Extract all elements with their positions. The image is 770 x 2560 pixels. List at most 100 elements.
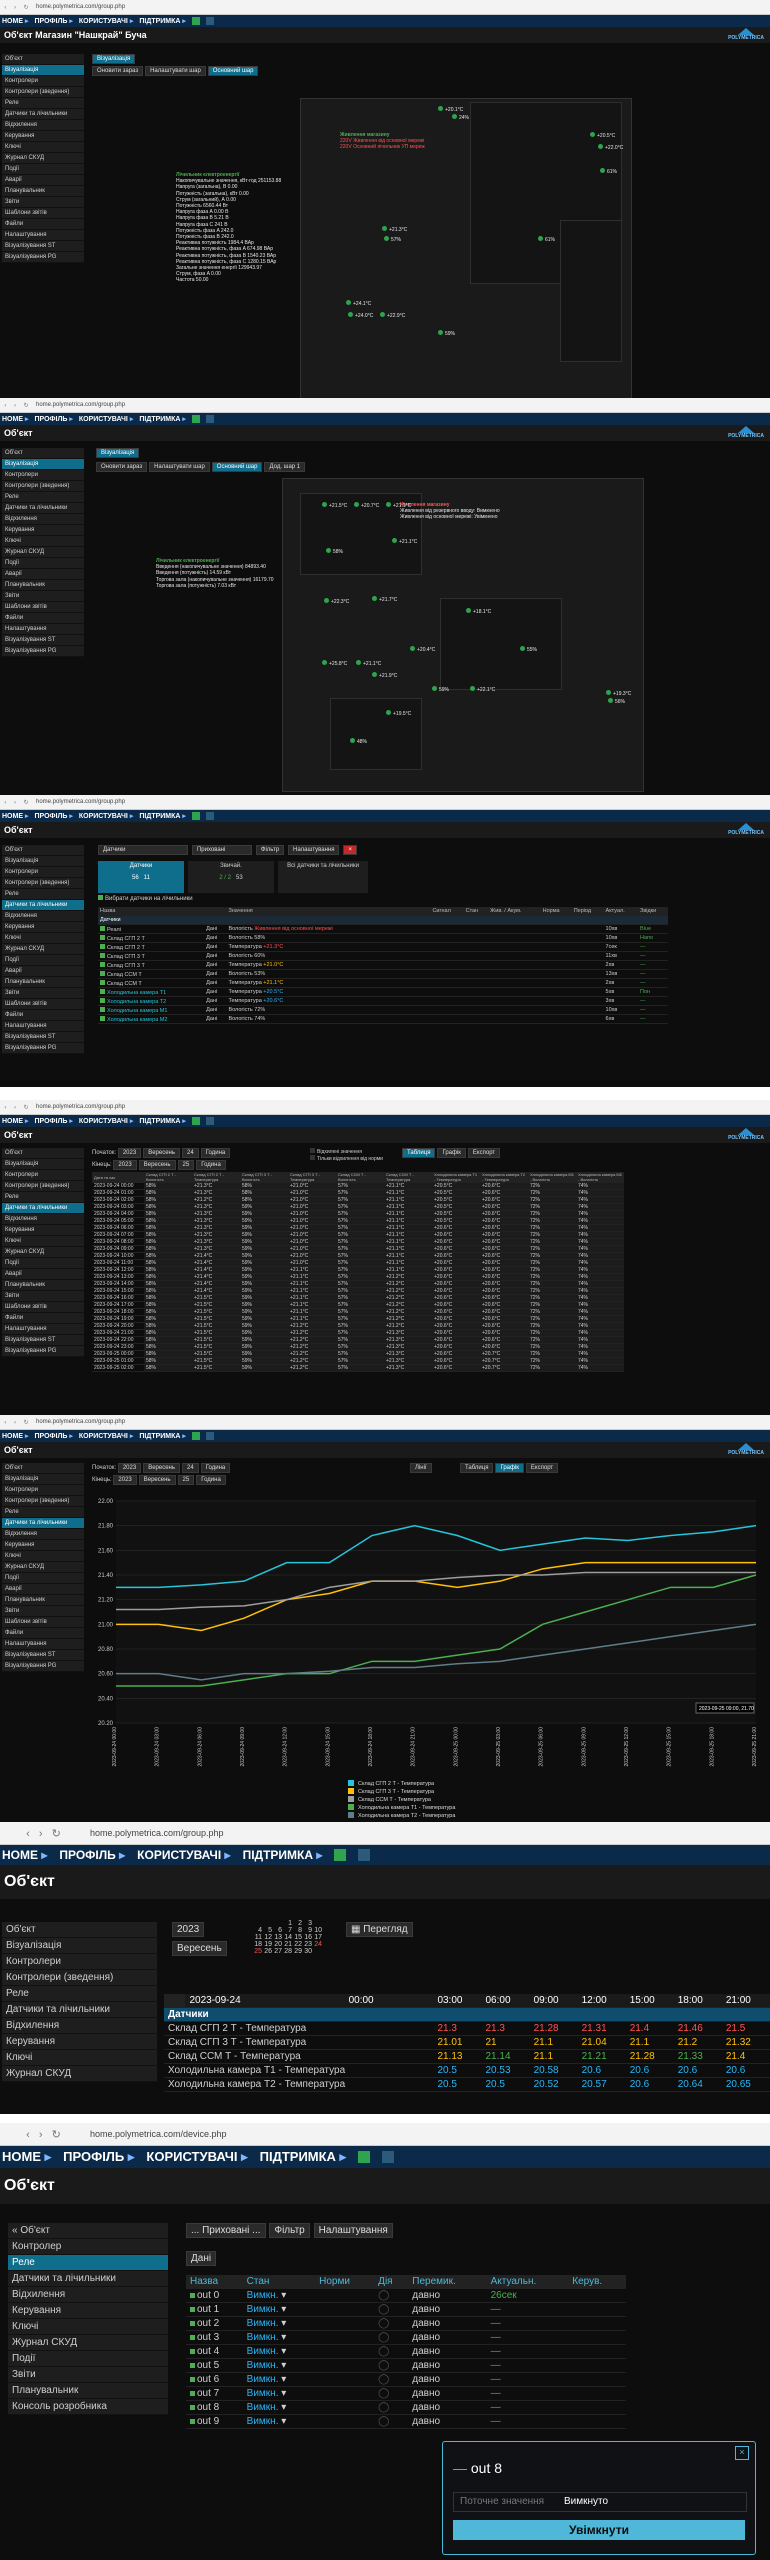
from-day[interactable]: 24 <box>182 1148 199 1158</box>
table-row[interactable]: out 6 Вимкн. ▾ ◯ давно — <box>186 2372 626 2387</box>
tab-visualization[interactable]: Візуалізація <box>92 54 136 64</box>
table-row[interactable]: out 2 Вимкн. ▾ ◯ давно — <box>186 2316 626 2331</box>
sidebar-item[interactable]: Файли <box>2 1313 84 1324</box>
calendar-day[interactable]: 5 <box>262 1927 272 1934</box>
sidebar-item[interactable]: Шаблони звітів <box>2 208 84 219</box>
state-cell[interactable]: Вимкн. ▾ <box>242 2358 316 2373</box>
relay-name-cell[interactable]: out 3 <box>186 2330 243 2345</box>
column-header[interactable]: Період <box>571 907 604 916</box>
sidebar-item[interactable]: Аварії <box>2 966 84 977</box>
column-header[interactable]: Холодильна камера Т1 - Температура <box>432 1172 480 1183</box>
checkbox-icon[interactable] <box>310 1148 315 1153</box>
control-cell[interactable] <box>568 2372 626 2387</box>
sidebar-item[interactable]: Візуалізування PG <box>2 646 84 657</box>
relay-name-cell[interactable]: out 1 <box>186 2302 243 2317</box>
sidebar-item[interactable]: Реле <box>2 889 84 900</box>
sidebar-item[interactable]: Датчики та лічильники <box>2 1203 84 1214</box>
sidebar-item[interactable]: « Об'єкт <box>8 2223 168 2239</box>
table-row[interactable]: Склад ССМ Т Дані Вологість 53% 13хв — <box>98 969 668 979</box>
calendar-day[interactable]: 14 <box>282 1934 292 1941</box>
sidebar-item[interactable]: Датчики та лічильники <box>2 503 84 514</box>
calendar-day[interactable]: 9 <box>302 1927 312 1934</box>
sidebar-item[interactable]: Звіти <box>2 988 84 999</box>
sensor-name-cell[interactable]: Склад ССМ Т <box>98 978 205 988</box>
sidebar-item[interactable]: Аварії <box>2 1584 84 1595</box>
sidebar-item[interactable]: Контролери (зведення) <box>2 878 84 889</box>
to-year[interactable]: 2023 <box>113 1475 137 1485</box>
sidebar-item[interactable]: Контролери (зведення) <box>2 1970 157 1986</box>
sidebar-item[interactable]: Журнал СКУД <box>2 547 84 558</box>
column-header[interactable]: Назва <box>98 907 205 916</box>
column-header[interactable]: Склад ССМ Т - Температура <box>384 1172 432 1183</box>
settings-button[interactable]: Налаштування <box>313 2223 393 2238</box>
sensor-name-cell[interactable]: Холодильна камера М1 <box>98 1005 205 1015</box>
sidebar-item[interactable]: Файли <box>2 219 84 230</box>
calendar-day[interactable]: 6 <box>272 1927 282 1934</box>
state-cell[interactable]: Вимкн. ▾ <box>242 2400 316 2415</box>
relay-name-cell[interactable]: out 8 <box>186 2400 243 2415</box>
column-header[interactable] <box>204 907 227 916</box>
sidebar-item[interactable]: Ключі <box>2 1551 84 1562</box>
table-row[interactable]: Холодильна камера Т1 Дані Температура +20.… <box>98 987 668 997</box>
sidebar-item[interactable]: Керування <box>2 922 84 933</box>
sidebar-item[interactable]: Реле <box>2 1192 84 1203</box>
browser-nav-icons[interactable]: ‹ › ↻ <box>0 4 36 11</box>
action-cell[interactable]: ◯ <box>374 2414 409 2429</box>
sensor-tag[interactable]: 48% <box>350 738 367 745</box>
sidebar-item[interactable]: Ключі <box>2 933 84 944</box>
phone-icon[interactable] <box>358 2151 371 2163</box>
sidebar-item[interactable]: Налаштування <box>2 1324 84 1335</box>
state-cell[interactable]: Вимкн. ▾ <box>242 2330 316 2345</box>
nav-home[interactable]: HOME <box>2 17 28 25</box>
sidebar-item[interactable]: Контролери (зведення) <box>2 1181 84 1192</box>
column-header[interactable]: Актуал. <box>603 907 638 916</box>
state-cell[interactable]: Вимкн. ▾ <box>242 2302 316 2317</box>
sidebar-item[interactable]: Звіти <box>2 1606 84 1617</box>
relay-name-cell[interactable]: out 9 <box>186 2414 243 2429</box>
table-row[interactable]: out 7 Вимкн. ▾ ◯ давно — <box>186 2386 626 2401</box>
sidebar-item[interactable]: Журнал СКУД <box>2 2066 157 2082</box>
refresh-button[interactable]: Оновити зараз <box>96 462 148 472</box>
checkbox-icon[interactable] <box>98 895 103 900</box>
control-cell[interactable] <box>568 2288 626 2303</box>
sidebar-item[interactable]: Аварії <box>2 1269 84 1280</box>
table-row[interactable]: Склад ССМ Т - Температура 21.13 21.14 21.1 2… <box>164 2049 770 2064</box>
sidebar-item[interactable]: Шаблони звітів <box>2 602 84 613</box>
sidebar-item[interactable]: Події <box>2 164 84 175</box>
table-row[interactable]: out 9 Вимкн. ▾ ◯ давно — <box>186 2414 626 2429</box>
control-cell[interactable] <box>568 2302 626 2317</box>
sensor-tag[interactable]: 55% <box>520 646 537 653</box>
column-header[interactable]: Значення <box>226 907 431 916</box>
browser-nav-icons[interactable]: ‹ › ↻ <box>0 1104 36 1111</box>
nav-users[interactable]: КОРИСТУВАЧІ <box>146 2149 247 2165</box>
filter-button[interactable]: Фільтр <box>269 2223 310 2238</box>
sidebar-item[interactable]: Звіти <box>8 2367 168 2383</box>
to-month[interactable]: Вересень <box>138 1160 176 1170</box>
menu-icon[interactable] <box>205 17 214 25</box>
sidebar-item[interactable]: Ключі <box>2 142 84 153</box>
nav-support[interactable]: ПІДТРИМКА <box>139 1117 186 1125</box>
sidebar-item[interactable]: Керування <box>2 525 84 536</box>
sensor-tag[interactable]: +20.4°C <box>410 646 435 653</box>
column-header[interactable]: Склад ССМ Т - Вологість <box>336 1172 384 1183</box>
sidebar-item[interactable]: Відхилення <box>8 2287 168 2303</box>
sidebar-item[interactable]: Контролери <box>2 1954 157 1970</box>
calendar-day[interactable]: 17 <box>312 1934 322 1941</box>
calendar-day[interactable]: 19 <box>262 1941 272 1948</box>
toggle-icon[interactable]: ◯ <box>378 2402 389 2413</box>
phone-icon[interactable] <box>191 1432 200 1440</box>
table-row[interactable]: out 8 Вимкн. ▾ ◯ давно — <box>186 2400 626 2415</box>
sidebar-item[interactable]: Ключі <box>2 2050 157 2066</box>
column-header[interactable]: Актуальн. <box>486 2275 569 2289</box>
table-row[interactable]: Холодильна камера М2 Дані Вологість 74% 6хв… <box>98 1014 668 1024</box>
data-button[interactable]: Дані <box>186 2251 217 2266</box>
sidebar-item[interactable]: Журнал СКУД <box>2 1562 84 1573</box>
refresh-button[interactable]: Оновити зараз <box>92 66 144 76</box>
column-header[interactable]: Стан <box>242 2275 316 2289</box>
table-view-button[interactable]: Таблиця <box>402 1148 436 1158</box>
column-header[interactable]: Керув. <box>568 2275 626 2289</box>
nav-profile[interactable]: ПРОФІЛЬ <box>34 812 72 820</box>
settings-button[interactable]: Налаштування <box>288 845 340 855</box>
calendar-day[interactable]: 28 <box>282 1948 292 1955</box>
nav-profile[interactable]: ПРОФІЛЬ <box>63 2149 134 2165</box>
